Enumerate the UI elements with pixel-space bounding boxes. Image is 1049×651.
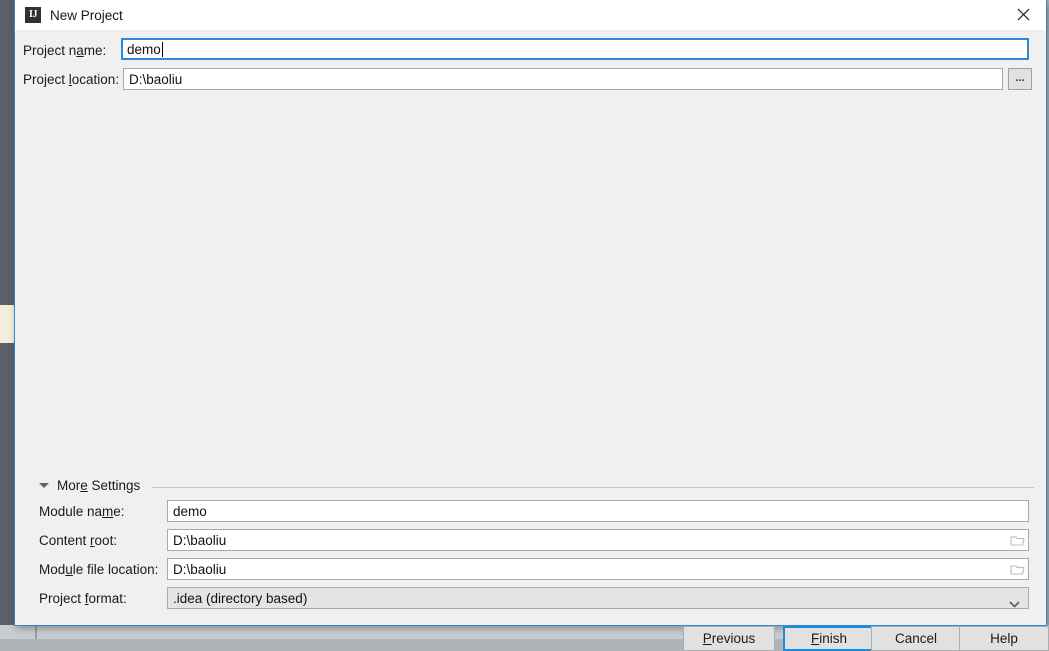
more-settings-label: More Settings [57, 478, 140, 493]
project-name-label-pre: Project n [23, 43, 77, 58]
more-settings-label-mnemonic: e [80, 478, 88, 493]
module-name-value: demo [173, 503, 207, 519]
text-caret [161, 41, 163, 57]
title-bar[interactable]: IJ New Project [15, 0, 1046, 30]
project-format-value: .idea (directory based) [173, 590, 308, 606]
module-name-label-pre: Module na [39, 504, 103, 519]
module-name-label-post: e: [113, 504, 125, 519]
project-format-label: Project format: [39, 591, 127, 606]
close-icon[interactable] [1001, 0, 1046, 29]
folder-icon-glyph [1009, 536, 1025, 546]
project-location-value: D:\baoliu [129, 71, 183, 87]
project-name-value: demo [127, 41, 161, 57]
dialog-body: Project name: demo Project location: D:\… [15, 30, 1049, 651]
module-file-location-label-post: le file location: [72, 562, 159, 577]
project-location-label-post: ocation: [71, 72, 120, 87]
project-location-label: Project location: [23, 72, 119, 87]
more-settings-toggle[interactable]: More Settings [39, 478, 140, 493]
folder-icon-glyph [1009, 565, 1025, 575]
module-file-location-input[interactable]: D:\baoliu [167, 558, 1029, 580]
desktop-side-tab [0, 305, 14, 343]
project-name-label-mnemonic: a [76, 43, 84, 58]
content-root-label-pre: Content [39, 533, 91, 548]
window-title: New Project [50, 7, 123, 23]
idea-app-icon: IJ [25, 7, 41, 23]
module-name-label-mnemonic: m [102, 504, 114, 519]
content-root-label-post: oot: [94, 533, 118, 548]
project-name-label-post: me: [83, 43, 107, 58]
ellipsis-icon: ... [1015, 71, 1025, 84]
folder-icon[interactable] [1009, 562, 1025, 577]
project-location-label-pre: Project [23, 72, 69, 87]
desktop-bottom-notch [35, 625, 37, 639]
module-file-location-label-pre: Mod [39, 562, 66, 577]
project-name-input[interactable]: demo [121, 38, 1029, 60]
project-location-input[interactable]: D:\baoliu [123, 68, 1003, 90]
chevron-down-icon [39, 483, 49, 488]
module-name-input[interactable]: demo [167, 500, 1029, 522]
project-format-label-pre: Project [39, 591, 85, 606]
more-settings-separator [152, 487, 1034, 488]
project-format-label-post: ormat: [88, 591, 127, 606]
new-project-dialog: IJ New Project Project name: demo Projec… [14, 0, 1049, 651]
module-name-label: Module name: [39, 504, 125, 519]
folder-icon[interactable] [1009, 533, 1025, 548]
module-file-location-value: D:\baoliu [173, 561, 227, 577]
project-format-select[interactable]: .idea (directory based) [167, 587, 1029, 609]
chevron-down-glyph [1009, 601, 1020, 608]
close-icon-glyph [1017, 8, 1030, 21]
more-settings-label-pre: Mor [57, 478, 81, 493]
content-root-label: Content root: [39, 533, 117, 548]
browse-folder-button[interactable]: ... [1008, 68, 1032, 90]
content-root-value: D:\baoliu [173, 532, 227, 548]
project-name-label: Project name: [23, 43, 106, 58]
module-file-location-label-mnemonic: u [65, 562, 73, 577]
content-root-input[interactable]: D:\baoliu [167, 529, 1029, 551]
chevron-down-icon [1009, 596, 1020, 611]
more-settings-label-post: Settings [87, 478, 141, 493]
module-file-location-label: Module file location: [39, 562, 158, 577]
